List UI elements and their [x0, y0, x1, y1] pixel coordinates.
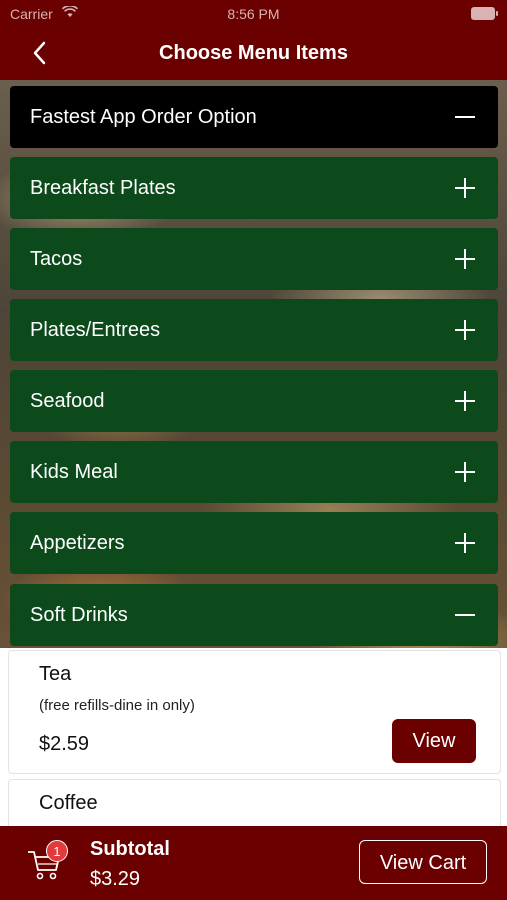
plus-icon [455, 320, 475, 340]
cart-count-badge: 1 [46, 840, 68, 862]
cart-footer: 1 Subtotal $3.29 View Cart [0, 826, 507, 900]
list-item-tea[interactable]: Tea (free refills-dine in only) $2.59 Vi… [8, 650, 501, 774]
plus-icon [455, 533, 475, 553]
section-label: Tacos [30, 248, 83, 270]
item-description: (free refills-dine in only) [39, 697, 195, 714]
section-label: Soft Drinks [30, 604, 128, 626]
section-seafood[interactable]: Seafood [10, 370, 498, 432]
section-label: Appetizers [30, 532, 125, 554]
item-price: $2.59 [39, 733, 90, 755]
subtotal-label: Subtotal [90, 838, 170, 860]
section-appetizers[interactable]: Appetizers [10, 512, 498, 574]
plus-icon [455, 462, 475, 482]
section-label: Seafood [30, 390, 105, 412]
section-label: Breakfast Plates [30, 177, 176, 199]
section-plates-entrees[interactable]: Plates/Entrees [10, 299, 498, 361]
section-label: Plates/Entrees [30, 319, 161, 341]
section-breakfast-plates[interactable]: Breakfast Plates [10, 157, 498, 219]
item-name: Coffee [39, 792, 98, 814]
plus-icon [455, 178, 475, 198]
section-label: Kids Meal [30, 461, 118, 483]
plus-icon [455, 249, 475, 269]
status-bar: Carrier 8:56 PM [0, 0, 507, 28]
page-title: Choose Menu Items [159, 42, 348, 64]
nav-bar: Choose Menu Items [0, 28, 507, 80]
section-label: Fastest App Order Option [30, 106, 257, 128]
minus-icon [455, 116, 475, 118]
view-cart-button[interactable]: View Cart [359, 840, 487, 884]
battery-icon [471, 7, 498, 20]
section-soft-drinks[interactable]: Soft Drinks [10, 584, 498, 646]
section-kids-meal[interactable]: Kids Meal [10, 441, 498, 503]
section-fastest-app-order[interactable]: Fastest App Order Option [10, 86, 498, 148]
item-name: Tea [39, 663, 72, 685]
plus-icon [455, 391, 475, 411]
view-item-button[interactable]: View [392, 719, 476, 763]
items-list: Tea (free refills-dine in only) $2.59 Vi… [0, 648, 507, 841]
subtotal-value: $3.29 [90, 868, 141, 890]
status-time: 8:56 PM [227, 6, 280, 22]
minus-icon [455, 614, 475, 616]
section-tacos[interactable]: Tacos [10, 228, 498, 290]
